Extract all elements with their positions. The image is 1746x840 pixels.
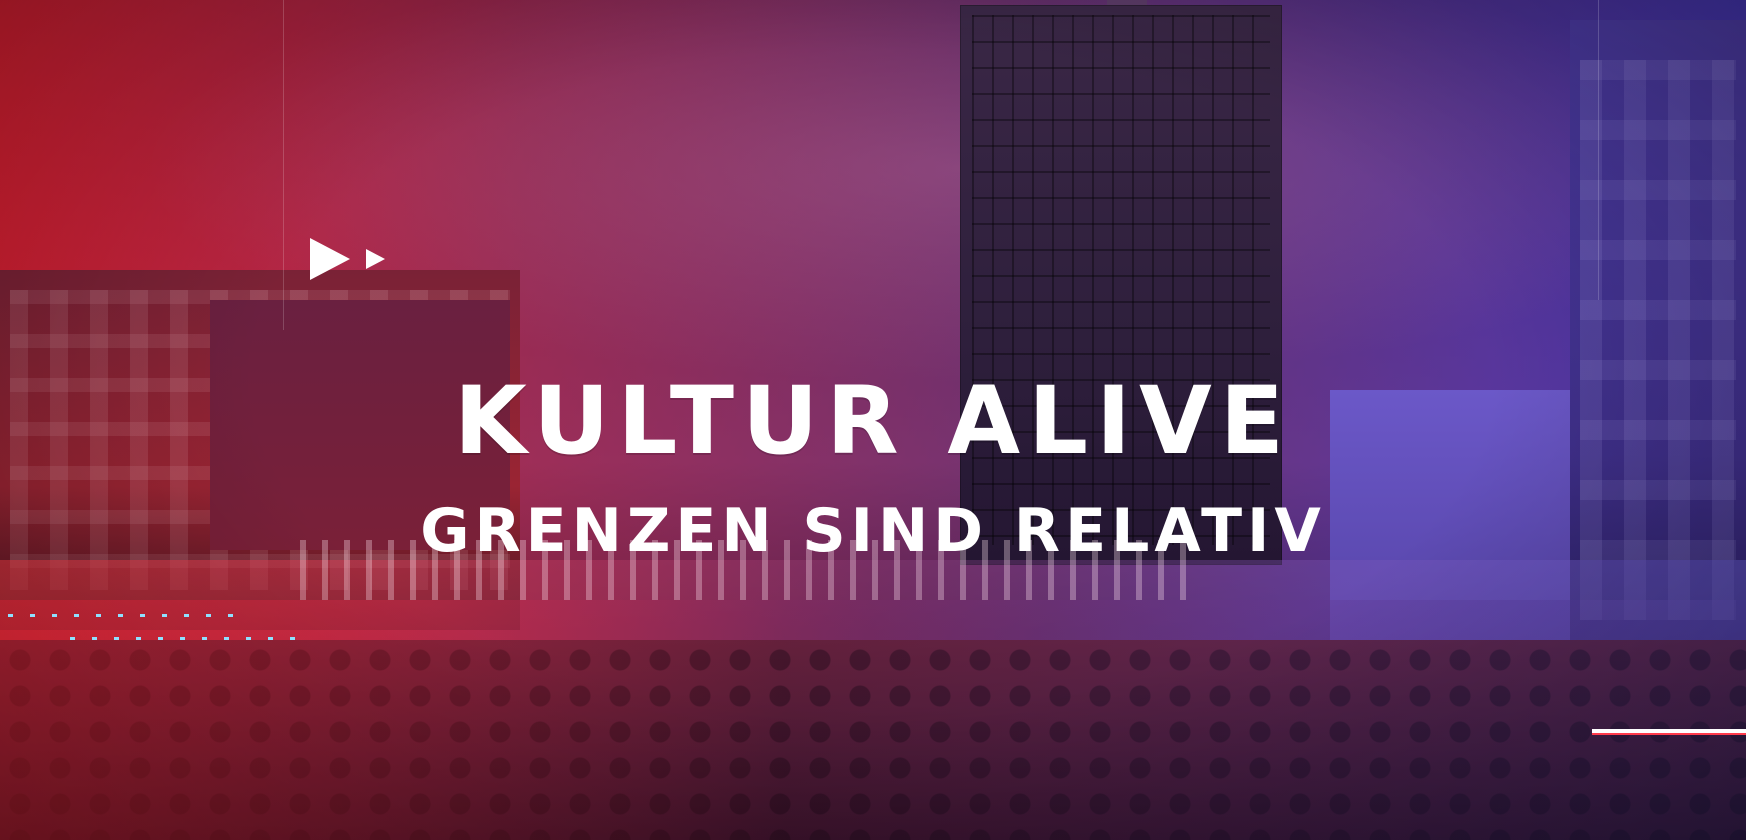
play-icon <box>310 238 350 280</box>
title-text: KULTUR ALIVE <box>454 367 1292 476</box>
accent-bar <box>1592 729 1746 733</box>
subtitle-text: GRENZEN SIND RELATIV <box>420 496 1326 566</box>
glitch-line <box>1598 0 1599 300</box>
dotted-line-decoration <box>8 614 234 617</box>
dotted-line-decoration <box>70 637 310 640</box>
play-icon-small <box>366 249 385 269</box>
glitch-line <box>283 0 284 330</box>
video-frame: KULTUR ALIVE GRENZEN SIND RELATIV <box>0 0 1746 840</box>
